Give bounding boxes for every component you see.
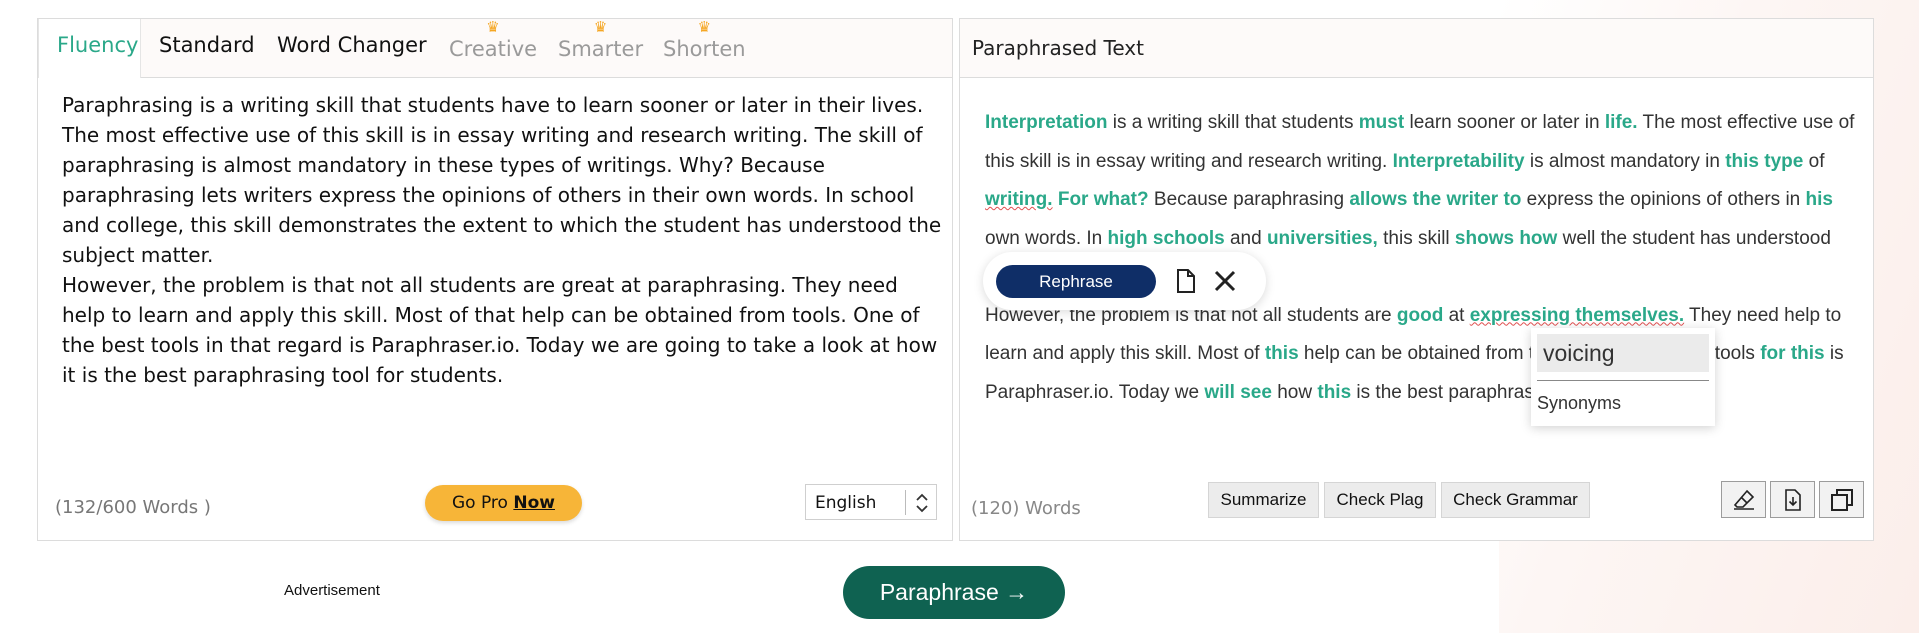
changed-word[interactable]: shows how [1455, 228, 1557, 249]
changed-word[interactable]: Interpretability [1393, 151, 1525, 172]
changed-word[interactable]: this [1265, 343, 1299, 364]
advertisement-label: Advertisement [284, 582, 380, 599]
copy-icon [1831, 489, 1853, 511]
changed-word[interactable]: life. [1605, 112, 1638, 133]
synonym-popup: voicing Synonyms [1531, 328, 1715, 426]
paraphrase-button[interactable]: Paraphrase → [843, 566, 1065, 619]
changed-word[interactable]: his [1806, 189, 1833, 210]
tab-creative[interactable]: ♛ Creative [449, 18, 538, 61]
tab-label: Creative [449, 37, 538, 61]
synonym-option[interactable]: voicing [1537, 334, 1709, 372]
input-textarea[interactable]: Paraphrasing is a writing skill that stu… [62, 90, 942, 390]
output-text-segment: learn sooner or later in [1404, 112, 1605, 133]
changed-word[interactable]: expressing themselves. [1470, 305, 1684, 326]
crown-icon: ♛ [697, 18, 712, 36]
changed-word[interactable]: Interpretation [985, 112, 1107, 133]
changed-word[interactable]: this type [1725, 151, 1803, 172]
changed-word[interactable]: must [1359, 112, 1404, 133]
output-text-segment: is a writing skill that students [1107, 112, 1359, 133]
input-paragraph: Paraphrasing is a writing skill that stu… [62, 93, 942, 267]
language-value: English [815, 493, 877, 513]
go-pro-button[interactable]: Go Pro Now [425, 485, 582, 521]
changed-word[interactable]: for this [1760, 343, 1824, 364]
popup-divider [1537, 380, 1709, 381]
select-divider [905, 490, 906, 515]
crown-icon: ♛ [486, 18, 500, 36]
rephrase-button[interactable]: Rephrase [996, 265, 1156, 298]
check-plag-button[interactable]: Check Plag [1324, 482, 1436, 518]
close-icon[interactable] [1212, 268, 1238, 294]
eraser-icon [1733, 489, 1755, 510]
output-text-segment: is the best paraphras [1351, 381, 1534, 403]
changed-word[interactable]: For what? [1058, 189, 1149, 210]
output-footer: (120) Words Summarize Check Plag Check G… [960, 460, 1873, 540]
language-select[interactable]: English [805, 484, 937, 520]
output-text-segment: and [1224, 227, 1267, 249]
download-file-icon [1785, 489, 1801, 511]
changed-word[interactable]: this [1317, 382, 1351, 403]
tab-label: Smarter [558, 37, 644, 61]
crown-icon: ♛ [593, 18, 608, 36]
input-panel: Fluency Standard Word Changer ♛ Creative… [37, 18, 953, 541]
output-text-segment: at [1443, 304, 1470, 326]
download-button[interactable] [1770, 481, 1815, 518]
changed-word[interactable]: universities, [1267, 228, 1378, 249]
output-header: Paraphrased Text [960, 19, 1873, 78]
changed-word[interactable]: writing. [985, 189, 1053, 210]
go-pro-label: Go Pro [452, 493, 514, 513]
output-word-count: (120) Words [971, 498, 1081, 519]
output-text-segment: own words. In [985, 227, 1108, 249]
input-word-count: (132/600 Words ) [55, 497, 211, 518]
clear-button[interactable] [1721, 481, 1766, 518]
tab-fluency[interactable]: Fluency [57, 33, 138, 57]
input-footer: (132/600 Words ) Go Pro Now English [38, 460, 952, 540]
output-text-segment: of [1803, 150, 1825, 172]
output-text-segment: is almost mandatory in [1524, 150, 1726, 172]
output-text-segment: how [1271, 381, 1318, 403]
copy-button[interactable] [1819, 481, 1864, 518]
synonyms-label: Synonyms [1537, 393, 1622, 413]
output-title: Paraphrased Text [972, 36, 1144, 60]
tab-standard[interactable]: Standard [159, 33, 255, 57]
go-pro-emphasis: Now [513, 493, 555, 513]
tab-smarter[interactable]: ♛ Smarter [558, 18, 644, 61]
tab-word-changer[interactable]: Word Changer [277, 33, 427, 57]
changed-word[interactable]: good [1397, 305, 1443, 326]
summarize-button[interactable]: Summarize [1208, 482, 1319, 518]
check-grammar-button[interactable]: Check Grammar [1441, 482, 1590, 518]
rephrase-toolbar: Rephrase [983, 252, 1266, 310]
output-panel: Paraphrased Text Interpretation is a wri… [959, 18, 1874, 541]
tab-label: Shorten [663, 37, 746, 61]
output-text-segment: Because paraphrasing [1148, 189, 1350, 210]
tab-shorten[interactable]: ♛ Shorten [663, 18, 746, 61]
changed-word[interactable]: allows the writer to [1349, 189, 1521, 210]
output-text-segment: this skill [1377, 227, 1455, 249]
input-paragraph: However, the problem is that not all stu… [62, 273, 938, 387]
mode-tabs: Fluency Standard Word Changer ♛ Creative… [38, 18, 952, 78]
changed-word[interactable]: will see [1204, 382, 1272, 403]
changed-word[interactable]: high schools [1108, 228, 1225, 249]
copy-sentence-icon[interactable] [1175, 268, 1197, 294]
updown-chevron-icon [916, 493, 928, 513]
output-text-segment: express the opinions of others in [1521, 189, 1806, 210]
